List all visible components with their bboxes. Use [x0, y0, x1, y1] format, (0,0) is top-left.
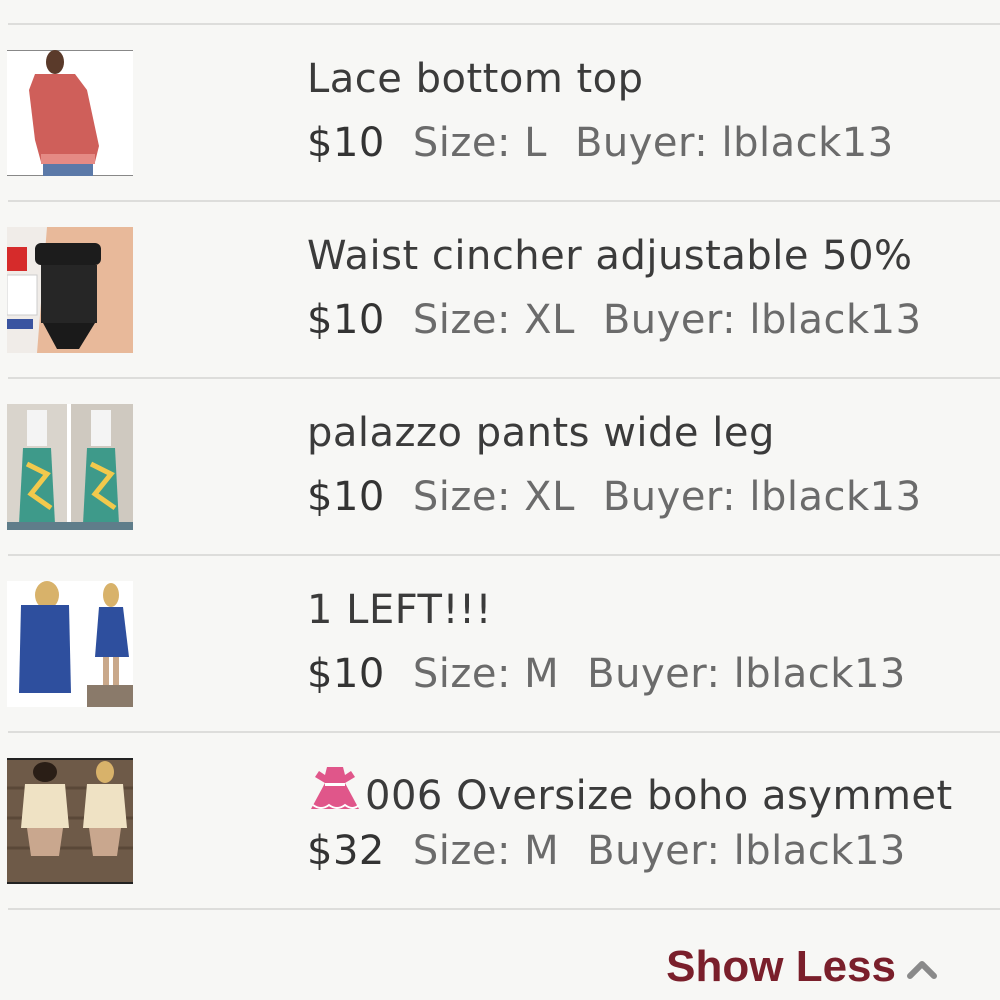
show-less-label: Show Less — [666, 942, 896, 991]
show-less-button[interactable]: Show Less — [666, 942, 938, 992]
item-meta: $10 Size: XL Buyer: lblack13 — [307, 298, 922, 342]
item-price: $32 — [307, 828, 385, 874]
item-price: $10 — [307, 120, 385, 166]
item-thumbnail[interactable] — [7, 404, 133, 530]
item-price: $10 — [307, 474, 385, 520]
item-size: Size: M — [412, 828, 560, 874]
item-thumbnail[interactable] — [7, 758, 133, 884]
item-meta: $32 Size: M Buyer: lblack13 — [307, 829, 906, 873]
list-item[interactable]: 006 Oversize boho asymmet $32 Size: M Buye… — [0, 733, 1000, 908]
item-title: Waist cincher adjustable 50% — [307, 233, 913, 279]
chevron-up-icon[interactable] — [906, 958, 938, 984]
item-buyer: Buyer: lblack13 — [574, 120, 894, 166]
item-meta: $10 Size: L Buyer: lblack13 — [307, 121, 894, 165]
item-size: Size: M — [412, 651, 560, 697]
item-thumbnail[interactable] — [7, 581, 133, 707]
item-buyer: Buyer: lblack13 — [602, 297, 922, 343]
item-meta: $10 Size: M Buyer: lblack13 — [307, 652, 906, 696]
item-size: Size: XL — [412, 297, 575, 343]
item-buyer: Buyer: lblack13 — [587, 828, 906, 874]
item-size: Size: L — [412, 120, 547, 166]
item-price: $10 — [307, 297, 385, 343]
list-item[interactable]: 1 LEFT!!! $10 Size: M Buyer: lblack13 — [0, 556, 1000, 731]
list-item[interactable]: Waist cincher adjustable 50% $10 Size: XL… — [0, 202, 1000, 377]
item-meta: $10 Size: XL Buyer: lblack13 — [307, 475, 922, 519]
item-title: 006 Oversize boho asymmet — [307, 765, 953, 824]
item-thumbnail[interactable] — [7, 50, 133, 176]
item-buyer: Buyer: lblack13 — [587, 651, 906, 697]
list-item[interactable]: palazzo pants wide leg $10 Size: XL Buyer:… — [0, 379, 1000, 554]
item-price: $10 — [307, 651, 385, 697]
item-thumbnail[interactable] — [7, 227, 133, 353]
item-buyer: Buyer: lblack13 — [602, 474, 922, 520]
item-title: 1 LEFT!!! — [307, 587, 493, 633]
item-title: palazzo pants wide leg — [307, 410, 775, 456]
item-title-text: 006 Oversize boho asymmet — [365, 773, 953, 819]
item-title: Lace bottom top — [307, 56, 644, 102]
divider — [8, 908, 1000, 910]
list-item[interactable]: Lace bottom top $10 Size: L Buyer: lblack1… — [0, 25, 1000, 200]
dress-icon — [307, 765, 363, 824]
item-size: Size: XL — [412, 474, 575, 520]
sold-items-list: Lace bottom top $10 Size: L Buyer: lblack1… — [0, 0, 1000, 1000]
